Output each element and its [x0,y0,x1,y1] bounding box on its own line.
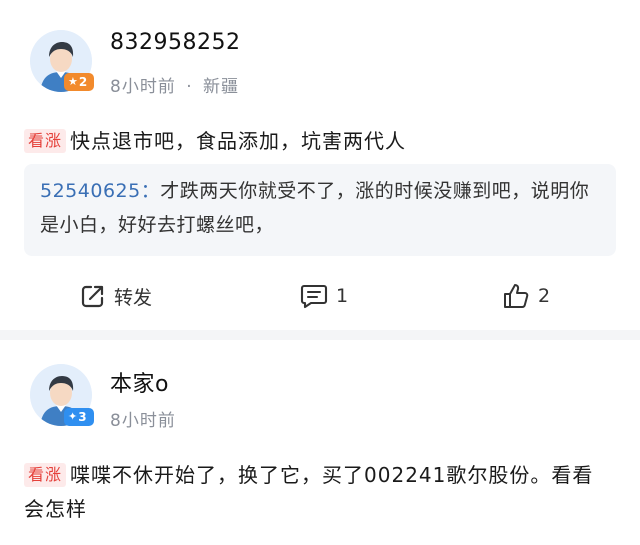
post-time: 8小时前 [110,411,176,431]
username[interactable]: 本家o [110,366,169,398]
user-level-badge: ★ 2 [64,73,94,91]
comment-icon [300,284,328,309]
sentiment-tag: 看涨 [24,129,67,153]
share-icon [81,285,104,308]
comment-card: ★ 2 832958252 8小时前 · 新疆 看涨 快点退市吧，食品添加，坑害两… [0,0,640,330]
post-meta: 8小时前 [110,406,176,431]
meta-separator: · [186,77,193,97]
username[interactable]: 832958252 [110,30,240,55]
share-label: 转发 [114,286,153,309]
like-count: 2 [538,285,551,307]
diamond-icon: ✦ [68,410,78,423]
quoted-username[interactable]: 52540625 [40,180,141,202]
quoted-reply[interactable]: 52540625：才跌两天你就受不了，涨的时候没赚到吧，说明你是小白，好好去打螺… [24,164,616,256]
user-level-badge: ✦ 3 [64,408,94,426]
like-button[interactable]: 2 [502,280,550,312]
post-meta: 8小时前 · 新疆 [110,72,239,97]
card-divider [0,330,640,340]
comment-count: 1 [336,285,349,307]
post-location: 新疆 [203,77,240,97]
star-icon: ★ [68,75,78,88]
post-content: 看涨 快点退市吧，食品添加，坑害两代人 [24,124,624,158]
quoted-colon: ： [140,180,161,202]
post-content: 看涨 喋喋不休开始了，换了它，买了002241歌尔股份。看看会怎样 [24,458,604,526]
thumbs-up-icon [504,284,529,308]
sentiment-tag: 看涨 [24,463,67,487]
comment-card: ✦ 3 本家o 8小时前 看涨 喋喋不休开始了，换了它，买了002241歌尔股份。… [0,340,640,545]
share-button[interactable]: 转发 [80,280,152,312]
post-text: 喋喋不休开始了，换了它，买了002241歌尔股份。看看会怎样 [24,463,594,521]
post-time: 8小时前 [110,77,176,97]
comment-button[interactable]: 1 [300,280,348,312]
post-text: 快点退市吧，食品添加，坑害两代人 [70,129,407,153]
